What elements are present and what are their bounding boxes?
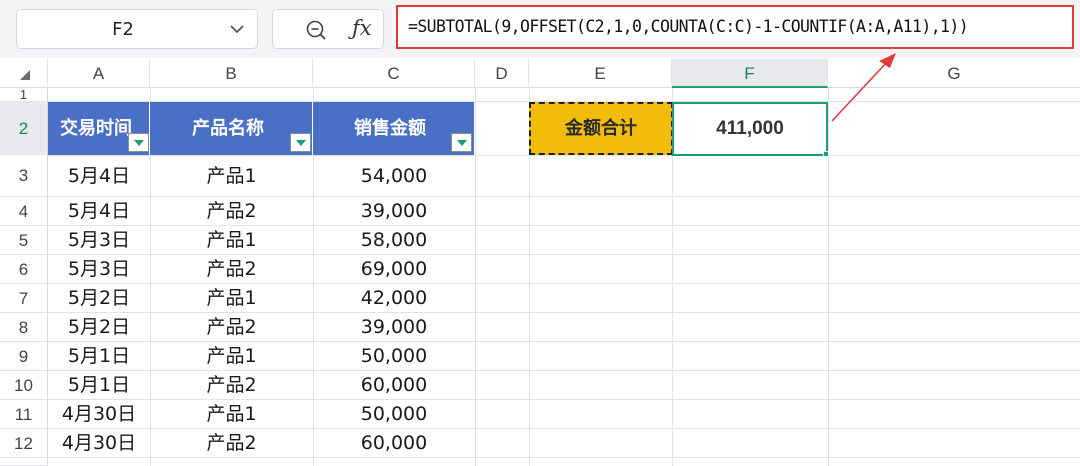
column-header-d[interactable]: D xyxy=(475,59,529,88)
cell-a3[interactable]: 5月4日 xyxy=(48,155,150,197)
select-all-triangle-icon[interactable] xyxy=(18,68,30,80)
cell-a6[interactable]: 5月3日 xyxy=(48,255,150,284)
row-header-5[interactable]: 5 xyxy=(0,226,48,255)
zoom-out-icon[interactable] xyxy=(305,19,327,41)
formula-input[interactable]: =SUBTOTAL(9,OFFSET(C2,1,0,COUNTA(C:C)-1-… xyxy=(396,5,1074,49)
cell-c12[interactable]: 60,000 xyxy=(313,429,475,458)
formula-toolbar: F2 ƒx =SUBTOTAL(9,OFFSET(C2,1,0,COUNTA(C… xyxy=(0,0,1080,58)
row-header-1[interactable]: 1 xyxy=(0,88,48,102)
cell-b4[interactable]: 产品2 xyxy=(150,197,313,226)
fx-icon[interactable]: ƒx xyxy=(352,16,372,40)
fill-handle[interactable] xyxy=(823,151,829,157)
cell-a7[interactable]: 5月2日 xyxy=(48,284,150,313)
cell-b12[interactable]: 产品2 xyxy=(150,429,313,458)
name-box[interactable]: F2 xyxy=(16,9,258,49)
row-header-8[interactable]: 8 xyxy=(0,313,48,342)
row-header-6[interactable]: 6 xyxy=(0,255,48,284)
row-header-13[interactable] xyxy=(0,458,48,466)
cell-a8[interactable]: 5月2日 xyxy=(48,313,150,342)
column-header-g[interactable]: G xyxy=(828,59,1080,88)
cell-b9[interactable]: 产品1 xyxy=(150,342,313,371)
cell-a11[interactable]: 4月30日 xyxy=(48,400,150,429)
row-header-12[interactable]: 12 xyxy=(0,429,48,458)
header-trade-time: 交易时间 xyxy=(60,118,132,139)
cell-c8[interactable]: 39,000 xyxy=(313,313,475,342)
row-header-11[interactable]: 11 xyxy=(0,400,48,429)
cell-a10[interactable]: 5月1日 xyxy=(48,371,150,400)
gridline xyxy=(828,88,829,466)
row-header-10[interactable]: 10 xyxy=(0,371,48,400)
column-header-c[interactable]: C xyxy=(313,59,475,88)
column-header-b[interactable]: B xyxy=(150,59,313,88)
cell-c11[interactable]: 50,000 xyxy=(313,400,475,429)
header-cell-c2[interactable]: 销售金额 xyxy=(313,102,475,155)
cell-a4[interactable]: 5月4日 xyxy=(48,197,150,226)
cell-a5[interactable]: 5月3日 xyxy=(48,226,150,255)
cell-c3[interactable]: 54,000 xyxy=(313,155,475,197)
function-tools: ƒx xyxy=(272,9,384,49)
cell-b8[interactable]: 产品2 xyxy=(150,313,313,342)
cell-c4[interactable]: 39,000 xyxy=(313,197,475,226)
row-header-9[interactable]: 9 xyxy=(0,342,48,371)
cell-c6[interactable]: 69,000 xyxy=(313,255,475,284)
filter-dropdown-icon[interactable] xyxy=(451,133,472,152)
header-product-name: 产品名称 xyxy=(192,118,264,139)
cell-c5[interactable]: 58,000 xyxy=(313,226,475,255)
cell-a12[interactable]: 4月30日 xyxy=(48,429,150,458)
row-header-2[interactable]: 2 xyxy=(0,102,48,155)
header-sales-amount: 销售金额 xyxy=(354,118,426,139)
gridline xyxy=(475,88,476,466)
filter-dropdown-icon[interactable] xyxy=(290,133,311,152)
formula-text[interactable]: =SUBTOTAL(9,OFFSET(C2,1,0,COUNTA(C:C)-1-… xyxy=(408,7,969,47)
column-header-f[interactable]: F xyxy=(672,59,828,88)
header-cell-b2[interactable]: 产品名称 xyxy=(150,102,313,155)
cell-b5[interactable]: 产品1 xyxy=(150,226,313,255)
row-header-7[interactable]: 7 xyxy=(0,284,48,313)
cell-b6[interactable]: 产品2 xyxy=(150,255,313,284)
cell-a9[interactable]: 5月1日 xyxy=(48,342,150,371)
chevron-down-icon[interactable] xyxy=(227,19,247,39)
cell-b3[interactable]: 产品1 xyxy=(150,155,313,197)
column-header-a[interactable]: A xyxy=(48,59,150,88)
row-header-3[interactable]: 3 xyxy=(0,155,48,197)
summary-value-cell[interactable]: 411,000 xyxy=(672,102,828,156)
cell-c9[interactable]: 50,000 xyxy=(313,342,475,371)
name-box-value[interactable]: F2 xyxy=(17,10,229,50)
summary-label-cell[interactable]: 金额合计 xyxy=(529,102,673,155)
cell-b7[interactable]: 产品1 xyxy=(150,284,313,313)
cell-c10[interactable]: 60,000 xyxy=(313,371,475,400)
cell-b10[interactable]: 产品2 xyxy=(150,371,313,400)
header-cell-a2[interactable]: 交易时间 xyxy=(48,102,150,155)
cell-b11[interactable]: 产品1 xyxy=(150,400,313,429)
cell-c7[interactable]: 42,000 xyxy=(313,284,475,313)
filter-dropdown-icon[interactable] xyxy=(128,133,149,152)
column-header-e[interactable]: E xyxy=(529,59,672,88)
row-header-4[interactable]: 4 xyxy=(0,197,48,226)
